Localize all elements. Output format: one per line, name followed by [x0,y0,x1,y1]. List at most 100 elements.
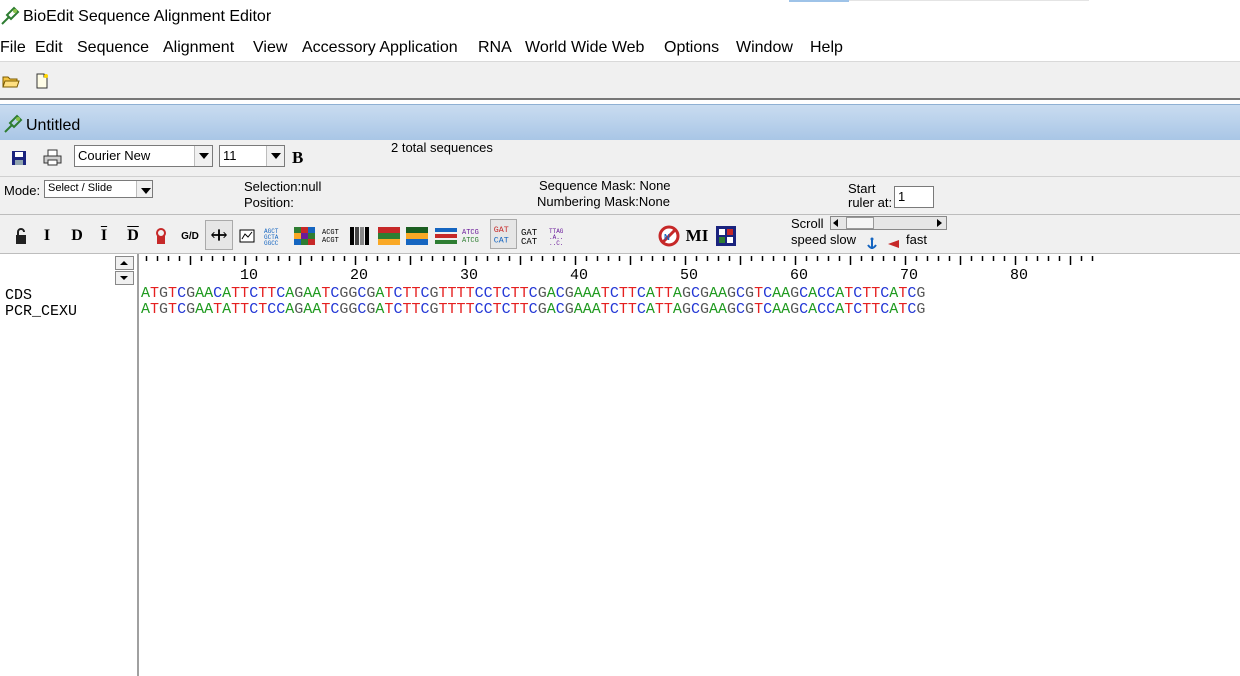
menu-help[interactable]: Help [810,39,843,57]
delete-gap-icon[interactable]: D [125,227,141,245]
edit-tools-bar: I D I D G/D AGCT GCTA GGCC ACGT ACGT ATC… [0,214,1240,254]
start-label: Start [848,181,876,196]
sequence-name-cds[interactable]: CDS [5,287,32,304]
ruler-number: 10 [240,267,259,284]
chevron-down-icon[interactable] [194,146,212,166]
menu-view[interactable]: View [253,39,287,57]
font-size-value: 11 [223,148,237,163]
font-name-select[interactable]: Courier New [74,145,213,167]
ruler-number: 70 [900,267,919,284]
menu-sequence[interactable]: Sequence [77,39,149,57]
mode-bar: Mode: Select / Slide Selection:null Posi… [0,176,1240,214]
scroll-down-button[interactable] [115,271,134,285]
sequence-name-pcr-cexu[interactable]: PCR_CEXU [5,303,77,320]
lock-icon[interactable] [14,227,28,245]
mutual-information-icon[interactable]: MI [684,226,710,245]
insert-mode-icon[interactable]: I [40,227,54,245]
document-title: Untitled [26,117,81,134]
bold-button[interactable]: B [292,148,303,168]
sequence-row-cds[interactable]: ATGTCGAACATTCTTCAGAATCGGCGATCTTCGTTTTCCT… [141,285,925,302]
chevron-left-icon[interactable] [833,219,838,227]
slide-mode-icon[interactable] [205,220,233,250]
svg-text:ACGT: ACGT [322,237,339,245]
color-text-icon[interactable] [406,227,428,245]
svg-text:GAT: GAT [494,225,509,235]
total-sequences-label: 2 total sequences [391,140,493,155]
ruler-number: 80 [1010,267,1029,284]
chevron-down-icon[interactable] [266,146,284,166]
gat-plain-icon[interactable]: GAT CAT [521,227,545,245]
menu-rna[interactable]: RNA [478,39,512,57]
document-title-bar: Untitled [0,104,1240,140]
bioedit-app-icon [1,6,20,25]
menu-edit[interactable]: Edit [35,39,63,57]
window-title: BioEdit Sequence Alignment Editor [23,8,272,25]
alignment-area[interactable]: 10 20 30 40 50 60 70 80 ATGTCGAACATTCTTCAGAATCG… [139,254,1240,676]
fast-label: fast [906,232,927,247]
print-icon[interactable] [43,149,62,166]
scroll-speed-slider[interactable] [830,216,947,230]
scroll-up-button[interactable] [115,256,134,270]
anchor-slow-icon [867,237,877,249]
slider-thumb[interactable] [846,217,874,229]
svg-text:N: N [664,233,670,242]
gat-view-icon[interactable]: GAT CAT [490,219,517,249]
numbering-mask-label: Numbering Mask:None [537,194,670,209]
menu-window[interactable]: Window [736,39,793,57]
grayscale-icon[interactable] [350,227,370,245]
menu-world-wide-web[interactable]: World Wide Web [525,39,644,57]
chart-icon[interactable] [239,227,255,245]
svg-text:ATCG: ATCG [462,229,479,237]
dot-similarity-icon[interactable]: TTAG .A.. ..C. [549,227,571,245]
svg-text:ATCG: ATCG [462,237,479,245]
menu-accessory-application[interactable]: Accessory Application [302,39,458,57]
color-blocks-icon[interactable] [294,227,316,245]
color-lines-icon[interactable] [435,227,457,245]
matrix-view-icon[interactable] [715,225,737,247]
svg-text:ACGT: ACGT [322,229,339,237]
delete-mode-icon[interactable]: D [70,227,84,245]
gap-dot-icon[interactable]: G/D [179,231,201,249]
ruler-number: 50 [680,267,699,284]
open-folder-icon[interactable] [2,73,20,89]
chevron-right-icon[interactable] [937,219,942,227]
ruler-number: 60 [790,267,809,284]
ruler-at-label: ruler at: [848,195,893,210]
identity-shading-icon[interactable]: AGCT GCTA GGCC [264,227,288,245]
chevron-down-icon[interactable] [136,181,152,197]
menu-file[interactable]: File [0,39,26,57]
plain-text-icon[interactable]: ACGT ACGT [322,227,344,245]
mode-value: Select / Slide [48,182,113,194]
title-bar: BioEdit Sequence Alignment Editor [0,0,1240,34]
arrow-fast-icon [888,240,899,248]
gene-lock-icon[interactable] [154,227,168,245]
sequence-mask-label: Sequence Mask: None [539,178,671,193]
mode-label: Mode: [4,183,41,198]
main-toolbar [0,61,1240,100]
document-icon [4,114,23,133]
title-bar-decoration [849,0,1089,1]
sequence-name-panel: CDS PCR_CEXU [0,254,139,676]
menu-bar: File Edit Sequence Alignment View Access… [0,34,1240,61]
no-entry-icon[interactable]: N [658,225,680,247]
menu-alignment[interactable]: Alignment [163,39,234,57]
ruler-number: 30 [460,267,479,284]
ruler-start-input[interactable]: 1 [894,186,934,208]
color-background-icon[interactable] [378,227,400,245]
font-size-select[interactable]: 11 [219,145,285,167]
svg-text:CAT: CAT [521,237,538,245]
svg-text:CAT: CAT [494,235,509,245]
ruler-number: 40 [570,267,589,284]
consensus-icon[interactable]: ATCG ATCG [462,227,486,245]
ruler-number: 20 [350,267,369,284]
sequence-row-pcr-cexu[interactable]: ATGTCGAATATTCTCCAGAATCGGCGATCTTCGTTTTCCT… [141,301,925,318]
title-bar-decoration [789,0,849,2]
position-label: Position: [244,195,294,210]
scroll-label: Scroll [791,216,824,231]
mode-select[interactable]: Select / Slide [44,180,153,198]
menu-options[interactable]: Options [664,39,719,57]
new-file-icon[interactable] [33,73,51,89]
save-icon[interactable] [11,150,27,166]
svg-text:GGCC: GGCC [264,240,279,245]
insert-gap-icon[interactable]: I [97,227,111,245]
